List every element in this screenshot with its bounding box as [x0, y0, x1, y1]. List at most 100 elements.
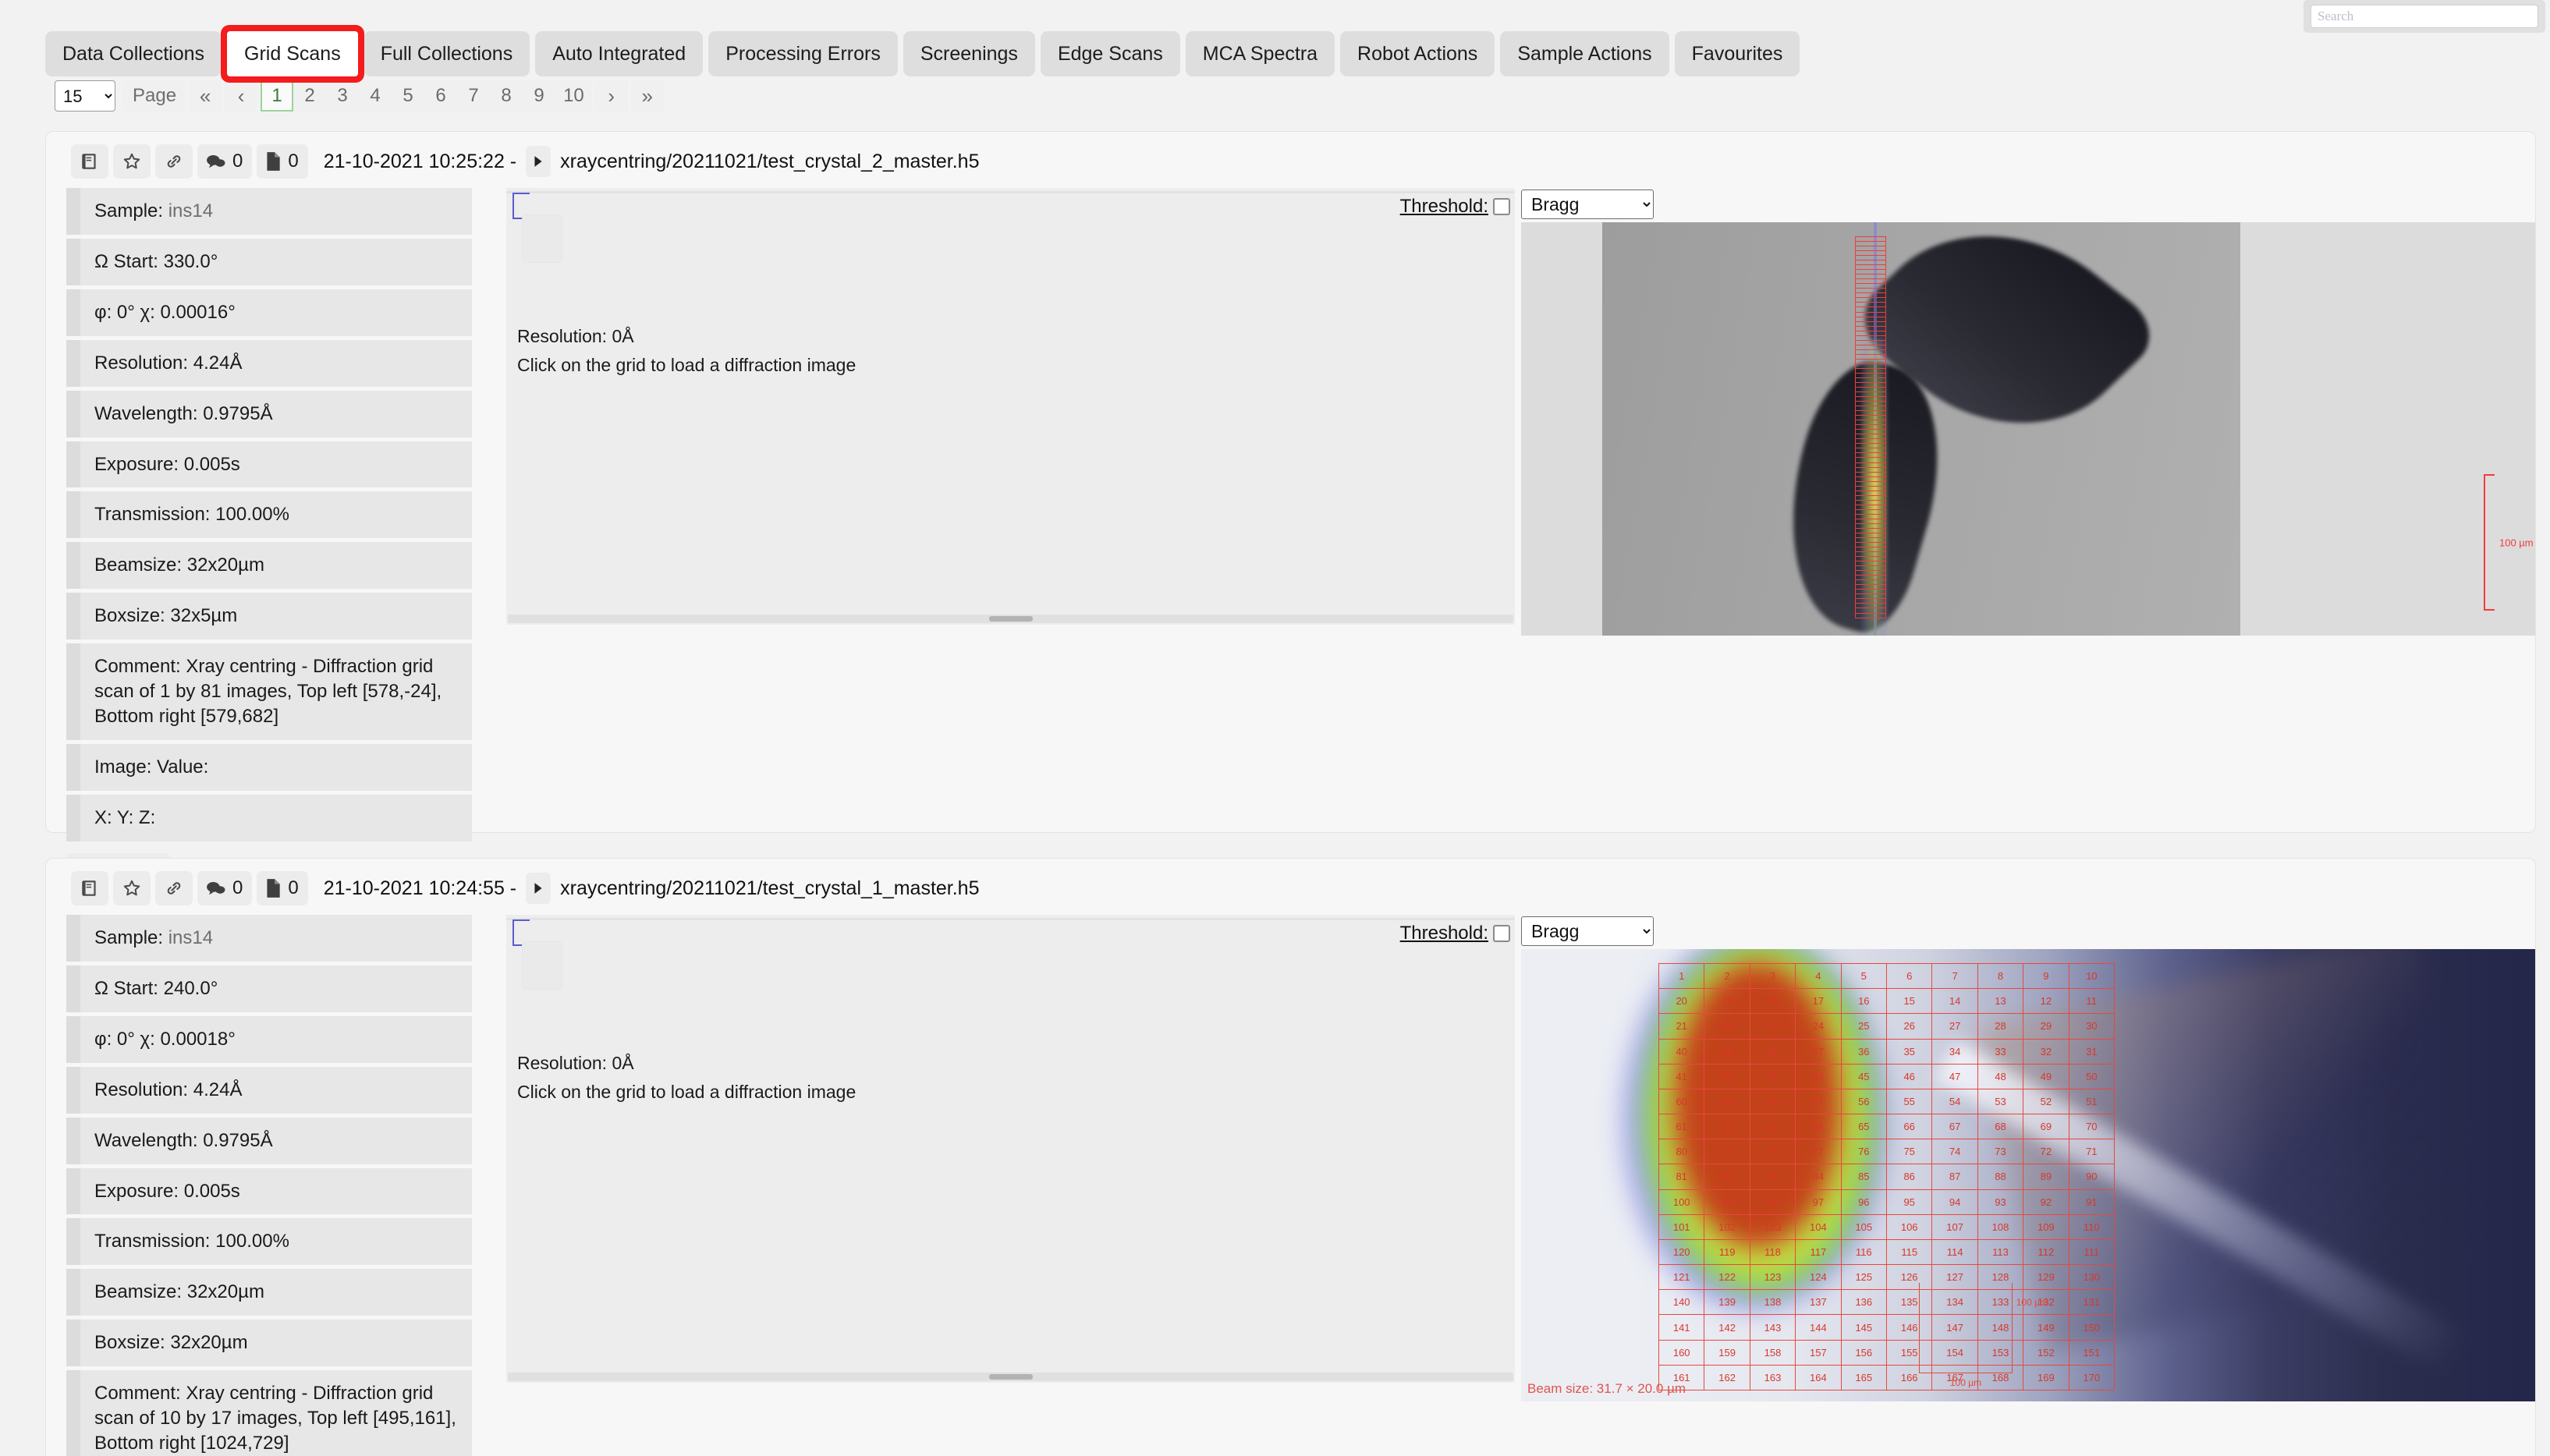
- grid-cell[interactable]: 63: [1750, 1114, 1796, 1140]
- grid-cell[interactable]: 46: [1887, 1064, 1933, 1089]
- grid-cell[interactable]: 13: [1977, 989, 2024, 1015]
- grid-cell[interactable]: 157: [1796, 1340, 1842, 1366]
- grid-cell[interactable]: 40: [1659, 1039, 1705, 1065]
- pagination-page-2[interactable]: 2: [293, 80, 327, 112]
- grid-cell[interactable]: 160: [1659, 1340, 1705, 1366]
- grid-cell[interactable]: 119: [1704, 1239, 1750, 1266]
- grid-cell[interactable]: 11: [2069, 989, 2115, 1015]
- grid-cell[interactable]: 108: [1977, 1214, 2024, 1240]
- grid-cell[interactable]: 41: [1659, 1064, 1705, 1089]
- book-icon[interactable]: [71, 144, 108, 179]
- grid-cell[interactable]: 151: [2069, 1340, 2115, 1366]
- grid-cell[interactable]: 1: [1659, 964, 1705, 990]
- grid-cell[interactable]: 23: [1750, 1014, 1796, 1040]
- grid-cell[interactable]: 8: [1977, 964, 2024, 990]
- pagination-page-3[interactable]: 3: [326, 80, 360, 112]
- grid-cell[interactable]: 29: [2023, 1014, 2069, 1040]
- grid-cell[interactable]: 99: [1704, 1189, 1750, 1215]
- grid-cell[interactable]: 136: [1841, 1290, 1887, 1316]
- sample-image-stage[interactable]: 1 2 3 4 5 6 7 8 9 10 20 19 18 17 16 15 14 13 12 11 21 22 23 24 2…: [1521, 949, 2535, 1401]
- grid-cell[interactable]: 85: [1841, 1164, 1887, 1190]
- pagination-page-1[interactable]: 1: [261, 80, 294, 112]
- grid-cell[interactable]: 42: [1704, 1064, 1750, 1089]
- grid-cell[interactable]: 25: [1841, 1014, 1887, 1040]
- grid-cell[interactable]: 35: [1887, 1039, 1933, 1065]
- tab-screenings[interactable]: Screenings: [903, 31, 1035, 76]
- grid-cell[interactable]: 84: [1796, 1164, 1842, 1190]
- grid-cell[interactable]: 95: [1887, 1189, 1933, 1215]
- grid-cell[interactable]: 131: [2069, 1290, 2115, 1316]
- grid-cell[interactable]: 94: [1932, 1189, 1978, 1215]
- pagination-prev-button[interactable]: ‹: [225, 80, 258, 112]
- file-count-button[interactable]: 0: [257, 144, 308, 179]
- grid-cell[interactable]: 52: [2023, 1089, 2069, 1115]
- grid-cell[interactable]: 139: [1704, 1290, 1750, 1316]
- grid-cell[interactable]: 116: [1841, 1239, 1887, 1266]
- grid-cell[interactable]: 59: [1704, 1089, 1750, 1115]
- grid-cell[interactable]: 158: [1750, 1340, 1796, 1366]
- play-icon[interactable]: [526, 873, 551, 904]
- grid-cell[interactable]: 44: [1796, 1064, 1842, 1089]
- search-input[interactable]: [2311, 5, 2538, 28]
- sample-image-stage[interactable]: 100 µm: [1521, 222, 2535, 636]
- grid-cell[interactable]: 17: [1796, 989, 1842, 1015]
- grid-cell[interactable]: 31: [2069, 1039, 2115, 1065]
- pagination-first-button[interactable]: «: [189, 80, 222, 112]
- grid-cell[interactable]: 102: [1704, 1214, 1750, 1240]
- grid-cell[interactable]: 58: [1750, 1089, 1796, 1115]
- grid-cell[interactable]: 80: [1659, 1139, 1705, 1165]
- grid-cell[interactable]: 14: [1932, 989, 1978, 1015]
- grid-cell[interactable]: 56: [1841, 1089, 1887, 1115]
- tab-processing-errors[interactable]: Processing Errors: [708, 31, 898, 76]
- pagination-next-button[interactable]: ›: [594, 80, 628, 112]
- grid-cell[interactable]: 36: [1841, 1039, 1887, 1065]
- grid-cell[interactable]: 82: [1704, 1164, 1750, 1190]
- link-icon[interactable]: [155, 144, 193, 179]
- comment-count-button[interactable]: 0: [197, 871, 253, 905]
- grid-overlay[interactable]: 1 2 3 4 5 6 7 8 9 10 20 19 18 17 16 15 14 13 12 11 21 22 23 24 2…: [1658, 963, 2115, 1390]
- grid-overlay[interactable]: [1855, 236, 1886, 618]
- grid-cell[interactable]: 6: [1887, 964, 1933, 990]
- grid-cell[interactable]: 60: [1659, 1089, 1705, 1115]
- grid-cell[interactable]: 73: [1977, 1139, 2024, 1165]
- grid-cell[interactable]: 34: [1932, 1039, 1978, 1065]
- grid-cell[interactable]: 9: [2023, 964, 2069, 990]
- grid-cell[interactable]: 93: [1977, 1189, 2024, 1215]
- grid-cell[interactable]: 159: [1704, 1340, 1750, 1366]
- grid-cell[interactable]: 22: [1704, 1014, 1750, 1040]
- grid-cell[interactable]: 81: [1659, 1164, 1705, 1190]
- tab-edge-scans[interactable]: Edge Scans: [1040, 31, 1180, 76]
- grid-cell[interactable]: 77: [1796, 1139, 1842, 1165]
- grid-cell[interactable]: 2: [1704, 964, 1750, 990]
- pagination-last-button[interactable]: »: [630, 80, 664, 112]
- grid-cell[interactable]: 110: [2069, 1214, 2115, 1240]
- grid-cell[interactable]: 152: [2023, 1340, 2069, 1366]
- grid-cell[interactable]: 164: [1796, 1365, 1842, 1390]
- file-count-button[interactable]: 0: [257, 871, 308, 905]
- page-size-select[interactable]: 15: [55, 80, 115, 112]
- grid-cell[interactable]: 121: [1659, 1265, 1705, 1291]
- grid-cell[interactable]: 115: [1887, 1239, 1933, 1266]
- grid-cell[interactable]: 137: [1796, 1290, 1842, 1316]
- horizontal-scrollbar[interactable]: [508, 615, 1513, 623]
- tab-mca-spectra[interactable]: MCA Spectra: [1185, 31, 1335, 76]
- grid-cell[interactable]: 49: [2023, 1064, 2069, 1089]
- grid-cell[interactable]: 61: [1659, 1114, 1705, 1140]
- grid-cell[interactable]: 169: [2023, 1365, 2069, 1390]
- grid-cell[interactable]: 32: [2023, 1039, 2069, 1065]
- viewer-mode-select[interactable]: Bragg: [1521, 916, 1654, 946]
- grid-cell[interactable]: 37: [1796, 1039, 1842, 1065]
- star-icon[interactable]: [113, 871, 151, 905]
- tab-auto-integrated[interactable]: Auto Integrated: [535, 31, 704, 76]
- grid-cell[interactable]: 104: [1796, 1214, 1842, 1240]
- grid-cell[interactable]: 76: [1841, 1139, 1887, 1165]
- scrollbar-thumb[interactable]: [988, 616, 1033, 622]
- grid-cell[interactable]: 150: [2069, 1315, 2115, 1341]
- grid-cell[interactable]: 163: [1750, 1365, 1796, 1390]
- grid-cell[interactable]: 39: [1704, 1039, 1750, 1065]
- grid-cell[interactable]: 72: [2023, 1139, 2069, 1165]
- grid-cell[interactable]: 123: [1750, 1265, 1796, 1291]
- grid-cell[interactable]: 54: [1932, 1089, 1978, 1115]
- grid-cell[interactable]: 64: [1796, 1114, 1842, 1140]
- grid-cell[interactable]: 33: [1977, 1039, 2024, 1065]
